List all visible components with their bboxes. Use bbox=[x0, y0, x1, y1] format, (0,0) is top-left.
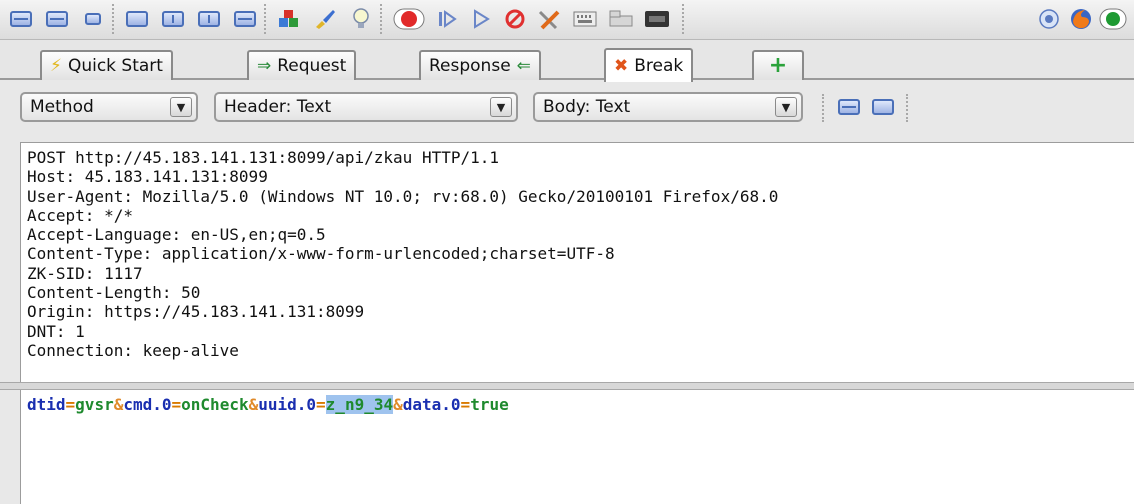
chevron-down-icon[interactable]: ▼ bbox=[170, 97, 192, 117]
header-line: DNT: 1 bbox=[27, 321, 85, 341]
tab-add[interactable]: + bbox=[752, 50, 804, 80]
method-select[interactable]: Method ▼ bbox=[20, 92, 198, 122]
header-line: Host: 45.183.141.131:8099 bbox=[27, 167, 268, 187]
toolbar-separator bbox=[682, 4, 685, 34]
window-left-right-icon[interactable] bbox=[160, 6, 186, 32]
param-key: uuid.0 bbox=[258, 395, 317, 414]
param-separator: & bbox=[248, 395, 259, 414]
tab-response[interactable]: Response ⇐ bbox=[419, 50, 541, 80]
param-equals: = bbox=[65, 395, 76, 414]
tab-break[interactable]: ✖ Break bbox=[604, 48, 694, 82]
header-line: Content-Length: 50 bbox=[27, 283, 201, 303]
window-full-icon[interactable] bbox=[232, 6, 258, 32]
lightning-icon: ⚡︎ bbox=[50, 55, 62, 76]
main-toolbar bbox=[0, 0, 1134, 40]
toolbar-separator bbox=[264, 4, 267, 34]
terminal-icon[interactable] bbox=[644, 6, 670, 32]
blocks-icon[interactable] bbox=[276, 6, 302, 32]
chevron-down-icon[interactable]: ▼ bbox=[775, 97, 797, 117]
tab-quick-start[interactable]: ⚡︎ Quick Start bbox=[40, 50, 173, 80]
body-format-value: Body: Text bbox=[543, 97, 631, 117]
splitter-handle[interactable] bbox=[0, 382, 1134, 390]
tab-label: Quick Start bbox=[67, 56, 163, 76]
record-icon[interactable] bbox=[1098, 6, 1128, 32]
request-headers-editor[interactable]: POST http://45.183.141.131:8099/api/zkau… bbox=[20, 142, 1134, 382]
tab-bar: ⚡︎ Quick Start ⇒ Request Response ⇐ ✖ Br… bbox=[0, 40, 1134, 82]
header-format-value: Header: Text bbox=[224, 97, 332, 117]
tab-label: Response bbox=[429, 56, 511, 76]
param-value: gvsr bbox=[75, 395, 114, 414]
firefox-icon[interactable] bbox=[1068, 6, 1094, 32]
param-key: data.0 bbox=[402, 395, 461, 414]
view-single-icon[interactable] bbox=[80, 6, 106, 32]
header-line: Origin: https://45.183.141.131:8099 bbox=[27, 302, 365, 322]
layout-single-icon[interactable] bbox=[870, 94, 896, 120]
continue-icon[interactable] bbox=[468, 6, 494, 32]
tools-icon[interactable] bbox=[536, 6, 562, 32]
header-line: Connection: keep-alive bbox=[27, 340, 239, 360]
grid-icon[interactable] bbox=[608, 6, 634, 32]
param-separator: & bbox=[393, 395, 403, 414]
method-select-value: Method bbox=[30, 97, 94, 117]
drop-icon[interactable] bbox=[502, 6, 528, 32]
selected-param-value: z_n9_34 bbox=[325, 395, 394, 414]
header-line: Accept-Language: en-US,en;q=0.5 bbox=[27, 225, 326, 245]
view-selector-bar: Method ▼ Header: Text ▼ Body: Text ▼ bbox=[0, 82, 1134, 140]
toolbar-separator bbox=[380, 4, 383, 34]
param-value: onCheck bbox=[181, 395, 249, 414]
toolbar-separator bbox=[906, 94, 909, 122]
param-key: dtid bbox=[27, 395, 66, 414]
globe-icon[interactable] bbox=[1036, 6, 1062, 32]
header-line: Accept: */* bbox=[27, 205, 133, 225]
window-right-left-icon[interactable] bbox=[196, 6, 222, 32]
header-line: ZK-SID: 1117 bbox=[27, 263, 143, 283]
view-top-bottom-icon[interactable] bbox=[8, 6, 34, 32]
header-format-select[interactable]: Header: Text ▼ bbox=[214, 92, 518, 122]
param-separator: & bbox=[113, 395, 124, 414]
param-equals: = bbox=[460, 395, 471, 414]
body-line: dtid=gvsr&cmd.0=onCheck&uuid.0=z_n9_34&d… bbox=[27, 395, 1134, 415]
editor-gutter bbox=[0, 390, 20, 504]
arrow-left-icon: ⇐ bbox=[516, 55, 531, 76]
view-stacked-icon[interactable] bbox=[44, 6, 70, 32]
break-request-icon[interactable] bbox=[392, 6, 426, 32]
cross-icon: ✖ bbox=[614, 55, 629, 76]
add-tab-icon: + bbox=[768, 53, 788, 78]
header-line: Content-Type: application/x-www-form-url… bbox=[27, 244, 615, 264]
param-key: cmd.0 bbox=[123, 395, 172, 414]
paint-brush-icon[interactable] bbox=[312, 6, 338, 32]
tab-request[interactable]: ⇒ Request bbox=[247, 50, 357, 80]
header-line: POST http://45.183.141.131:8099/api/zkau… bbox=[27, 148, 500, 167]
body-format-select[interactable]: Body: Text ▼ bbox=[533, 92, 803, 122]
tab-label: Request bbox=[277, 56, 347, 76]
keyboard-icon[interactable] bbox=[572, 6, 598, 32]
editor-gutter bbox=[0, 142, 20, 382]
param-equals: = bbox=[171, 395, 182, 414]
layout-horizontal-icon[interactable] bbox=[836, 94, 862, 120]
lightbulb-icon[interactable] bbox=[348, 6, 374, 32]
chevron-down-icon[interactable]: ▼ bbox=[490, 97, 512, 117]
param-equals: = bbox=[316, 395, 326, 414]
toolbar-separator bbox=[112, 4, 115, 34]
request-body-editor[interactable]: dtid=gvsr&cmd.0=onCheck&uuid.0=z_n9_34&d… bbox=[20, 390, 1134, 504]
window-maximize-icon[interactable] bbox=[124, 6, 150, 32]
tab-label: Break bbox=[634, 56, 684, 76]
toolbar-separator bbox=[822, 94, 825, 122]
arrow-right-icon: ⇒ bbox=[257, 55, 272, 76]
header-line: User-Agent: Mozilla/5.0 (Windows NT 10.0… bbox=[27, 186, 779, 206]
param-value: true bbox=[470, 395, 509, 414]
step-icon[interactable] bbox=[434, 6, 460, 32]
